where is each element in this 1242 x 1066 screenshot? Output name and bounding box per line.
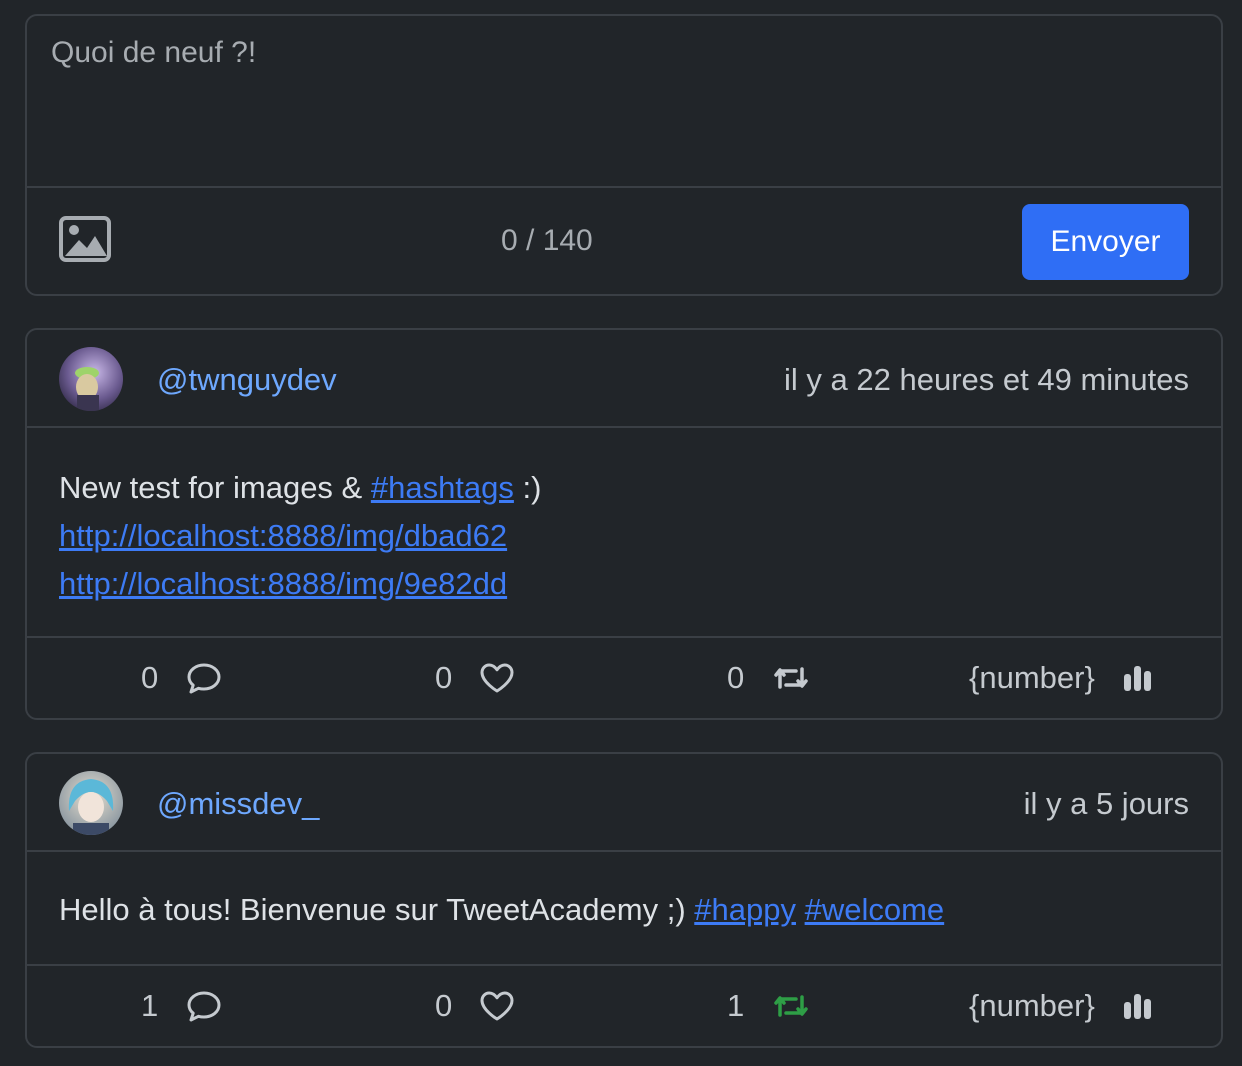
like-action[interactable]: 0 xyxy=(435,966,514,1046)
comment-icon xyxy=(186,662,222,694)
avatar[interactable] xyxy=(59,347,123,411)
char-counter: 0 / 140 xyxy=(501,224,593,257)
image-link[interactable]: http://localhost:8888/img/9e82dd xyxy=(59,566,507,601)
retweet-action[interactable]: 0 xyxy=(727,638,810,718)
reply-count: 0 xyxy=(141,660,159,695)
reply-count: 1 xyxy=(141,988,159,1023)
image-icon[interactable] xyxy=(59,216,111,262)
reply-action[interactable]: 1 xyxy=(141,966,222,1046)
tweet-input[interactable] xyxy=(27,16,1221,186)
view-count: {number} xyxy=(969,660,1095,695)
like-action[interactable]: 0 xyxy=(435,638,514,718)
views-action[interactable]: {number} xyxy=(969,966,1153,1046)
comment-icon xyxy=(186,990,222,1022)
send-button[interactable]: Envoyer xyxy=(1022,204,1189,280)
tweet-actions: 0 0 0 {number} xyxy=(27,638,1221,718)
tweet-author-handle[interactable]: @twnguydev xyxy=(157,362,337,398)
tweet-card: @twnguydev il y a 22 heures et 49 minute… xyxy=(25,328,1223,720)
reply-action[interactable]: 0 xyxy=(141,638,222,718)
view-count: {number} xyxy=(969,988,1095,1023)
tweet-composer: 0 / 140 Envoyer xyxy=(25,14,1223,296)
heart-icon xyxy=(480,991,514,1021)
retweet-count: 1 xyxy=(727,988,745,1023)
retweet-action[interactable]: 1 xyxy=(727,966,810,1046)
tweet-actions: 1 0 1 {number} xyxy=(27,966,1221,1046)
avatar[interactable] xyxy=(59,771,123,835)
tweet-text: Hello à tous! Bienvenue sur TweetAcademy… xyxy=(27,852,1221,966)
tweet-header: @missdev_ il y a 5 jours xyxy=(27,754,1221,852)
tweet-header: @twnguydev il y a 22 heures et 49 minute… xyxy=(27,330,1221,428)
hashtag-link[interactable]: #hashtags xyxy=(371,470,514,505)
tweet-timestamp: il y a 22 heures et 49 minutes xyxy=(784,362,1189,397)
tweet-text: New test for images & #hashtags :) http:… xyxy=(27,428,1221,638)
tweet-timestamp: il y a 5 jours xyxy=(1023,786,1189,821)
bar-chart-icon xyxy=(1123,992,1153,1020)
image-link[interactable]: http://localhost:8888/img/dbad62 xyxy=(59,518,507,553)
tweet-text-segment: Hello à tous! Bienvenue sur TweetAcademy… xyxy=(59,892,695,927)
tweet-text-segment: New test for images & xyxy=(59,470,371,505)
tweet-card: @missdev_ il y a 5 jours Hello à tous! B… xyxy=(25,752,1223,1048)
retweet-icon xyxy=(772,663,810,693)
tweet-author-handle[interactable]: @missdev_ xyxy=(157,786,319,822)
retweet-icon xyxy=(772,991,810,1021)
bar-chart-icon xyxy=(1123,664,1153,692)
hashtag-link[interactable]: #happy xyxy=(694,892,796,927)
heart-icon xyxy=(480,663,514,693)
like-count: 0 xyxy=(435,660,453,695)
retweet-count: 0 xyxy=(727,660,745,695)
hashtag-link[interactable]: #welcome xyxy=(805,892,945,927)
composer-footer: 0 / 140 Envoyer xyxy=(27,186,1221,296)
tweet-text-segment: :) xyxy=(513,470,542,505)
like-count: 0 xyxy=(435,988,453,1023)
views-action[interactable]: {number} xyxy=(969,638,1153,718)
